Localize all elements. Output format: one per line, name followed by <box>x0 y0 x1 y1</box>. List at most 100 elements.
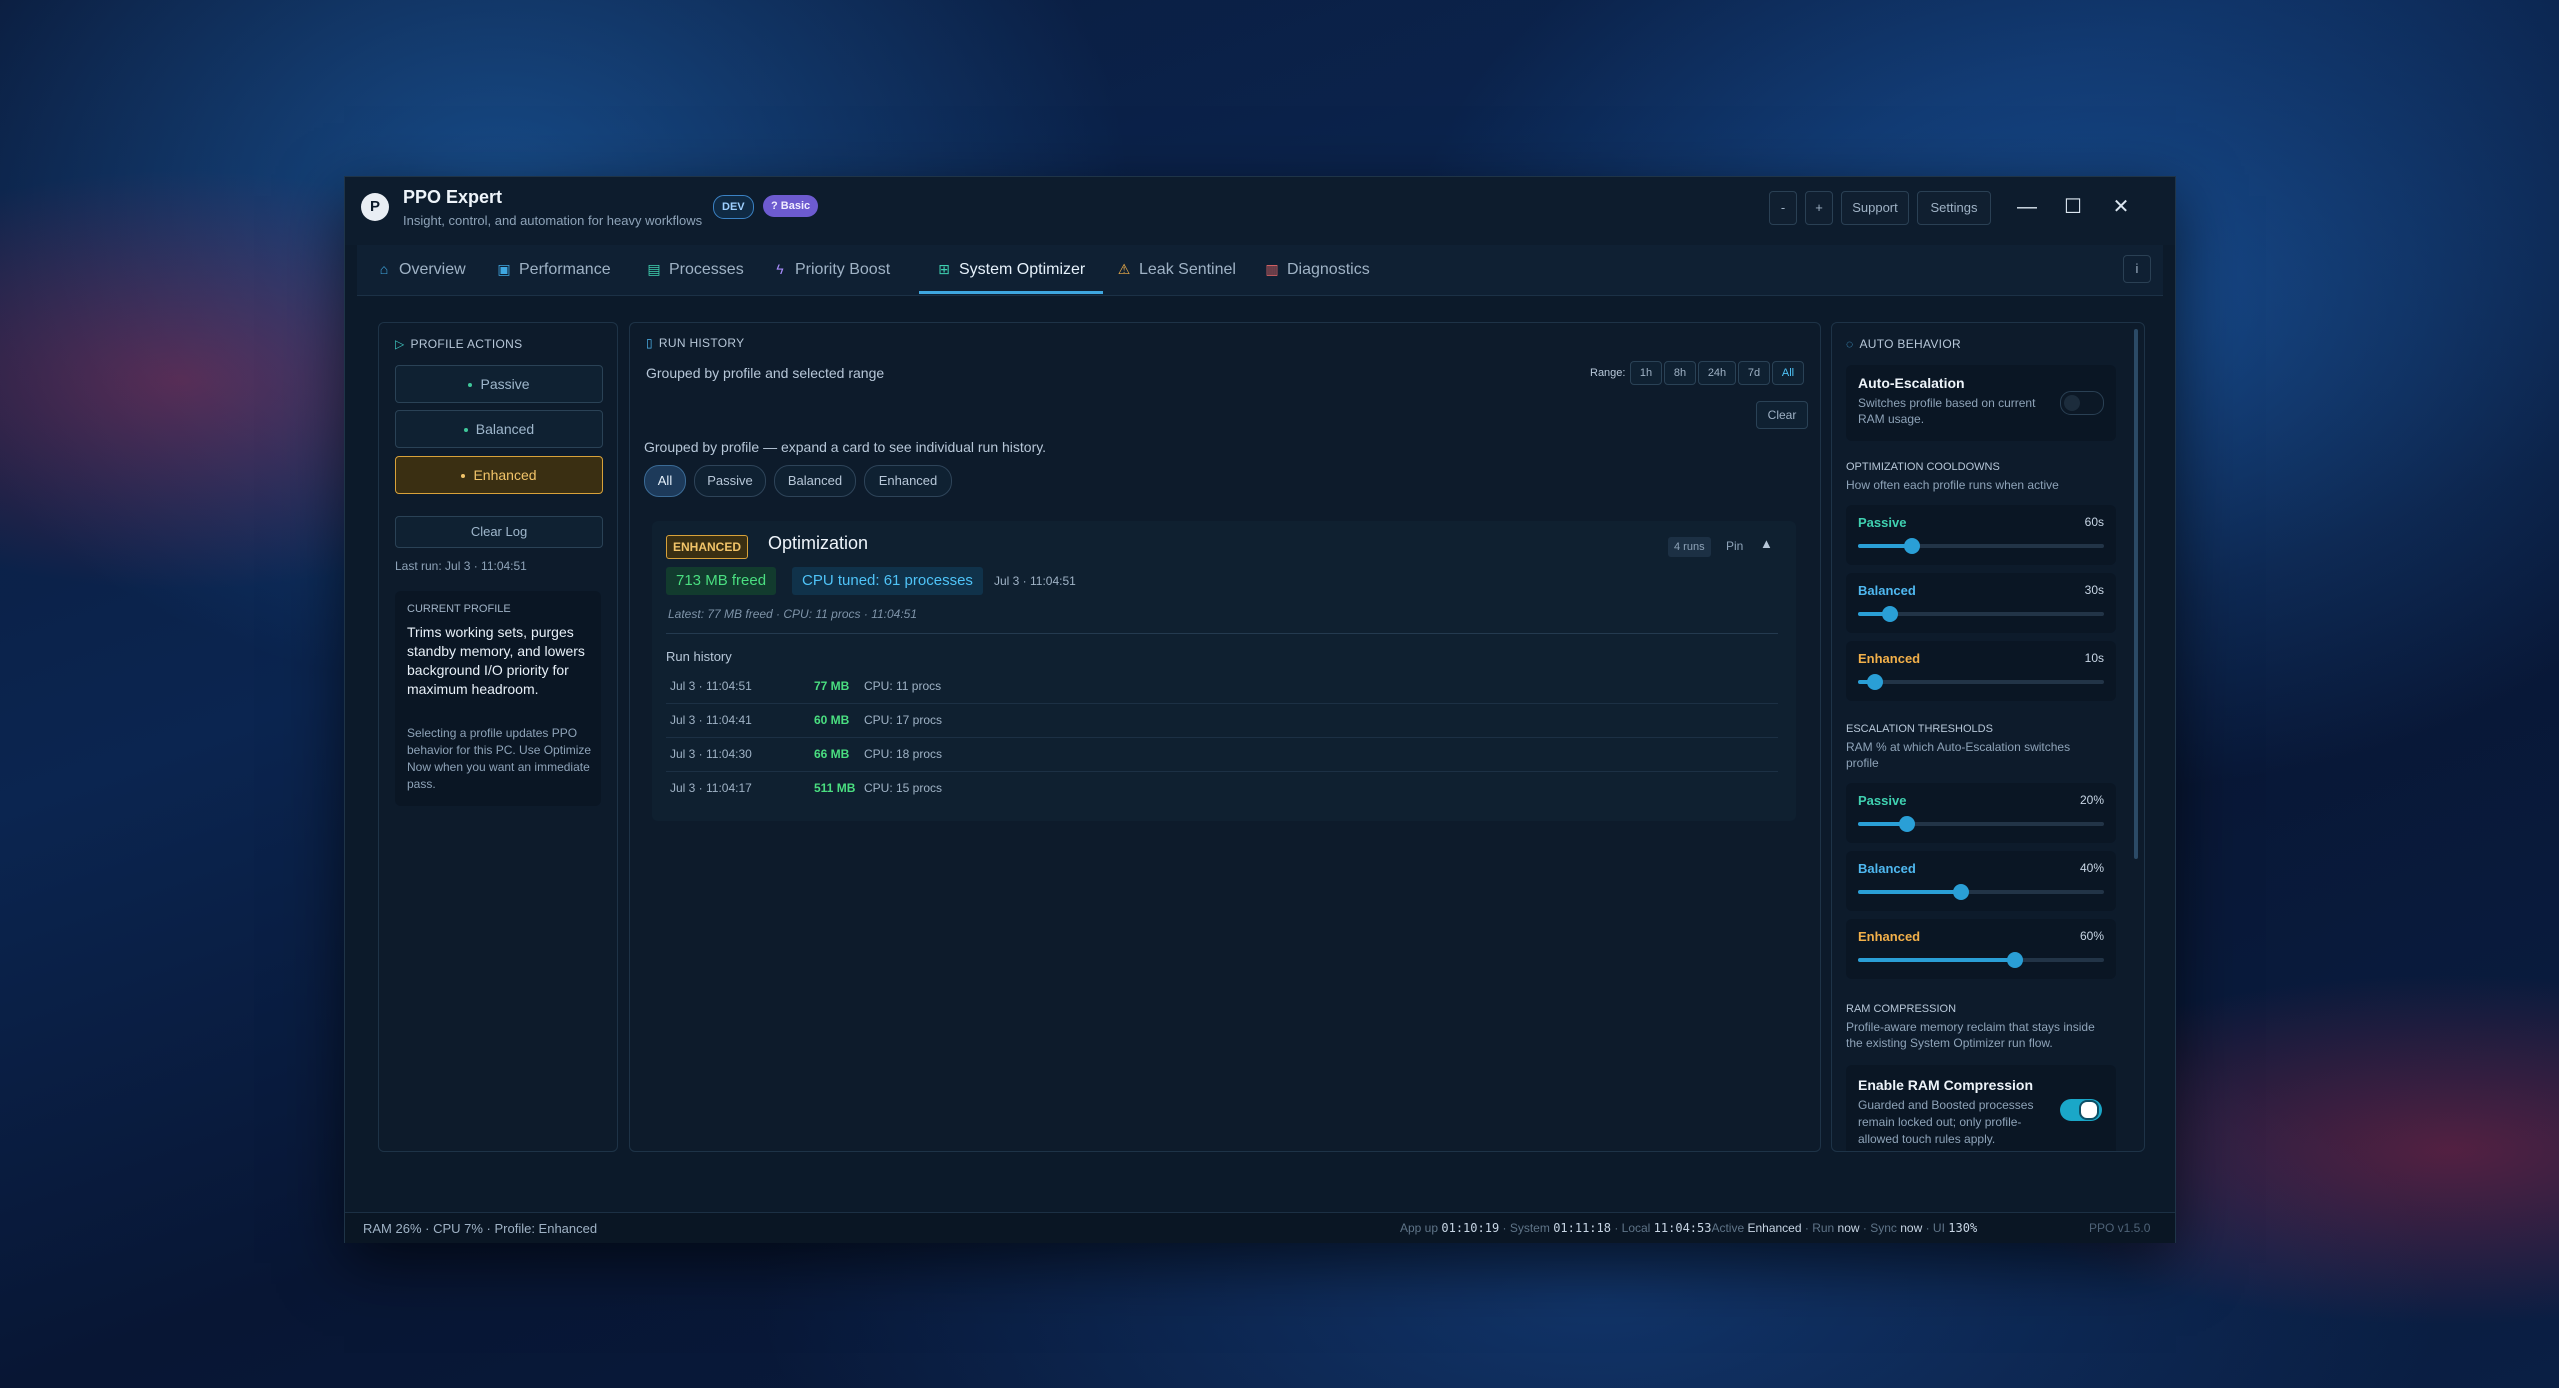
slider-thumb[interactable] <box>2007 952 2024 968</box>
system-label: · System <box>1499 1221 1554 1235</box>
tab-label: Leak Sentinel <box>1139 261 1236 278</box>
auto-escalation-toggle[interactable] <box>2060 391 2104 415</box>
slider-value: 10s <box>2084 651 2104 665</box>
slider-track[interactable] <box>1858 674 2104 690</box>
slider-track[interactable] <box>1858 816 2104 832</box>
document-icon: ▤ <box>647 261 661 277</box>
lightning-icon: ϟ <box>776 261 784 277</box>
table-row: Jul 3 · 11:04:51 77 MB CPU: 11 procs <box>666 669 1778 704</box>
local-value: 11:04:53 <box>1653 1221 1712 1235</box>
status-dot-icon <box>468 383 473 388</box>
run-value: now <box>1837 1221 1860 1235</box>
zoom-in-button[interactable]: + <box>1805 191 1833 225</box>
slider-track[interactable] <box>1858 884 2104 900</box>
status-dot-icon <box>461 474 466 479</box>
tab-label: Priority Boost <box>795 261 891 278</box>
row-cpu: CPU: 17 procs <box>864 713 943 727</box>
filter-enhanced-chip[interactable]: Enhanced <box>864 465 952 497</box>
ui-label: · UI <box>1922 1221 1949 1235</box>
tab-system-optimizer[interactable]: ⊞ System Optimizer <box>919 245 1104 294</box>
slider-thumb[interactable] <box>1867 674 1884 690</box>
slider-value: 60s <box>2084 515 2104 529</box>
app-up-label: App up <box>1400 1221 1442 1235</box>
refresh-icon: ◌ <box>1846 337 1854 351</box>
range-7d-chip[interactable]: 7d <box>1738 361 1770 385</box>
tab-label: Performance <box>519 261 611 278</box>
tab-leak-sentinel[interactable]: ⚠ Leak Sentinel <box>1115 245 1236 293</box>
sync-value: now <box>1900 1221 1923 1235</box>
tab-performance[interactable]: ▣ Performance <box>495 245 611 293</box>
slider-track[interactable] <box>1858 952 2104 968</box>
settings-button[interactable]: Settings <box>1917 191 1991 225</box>
grouped-note: Grouped by profile — expand a card to se… <box>644 439 1047 455</box>
range-8h-chip[interactable]: 8h <box>1664 361 1696 385</box>
app-up-value: 01:10:19 <box>1441 1221 1500 1235</box>
latest-summary: Latest: 77 MB freed · CPU: 11 procs · 11… <box>668 607 918 621</box>
zoom-out-button[interactable]: - <box>1769 191 1797 225</box>
range-all-chip[interactable]: All <box>1772 361 1804 385</box>
toggle-knob <box>2079 1100 2099 1120</box>
range-1h-chip[interactable]: 1h <box>1630 361 1662 385</box>
slider-value: 40% <box>2079 861 2104 875</box>
slider-thumb[interactable] <box>1881 606 1898 622</box>
auto-behavior-heading: ◌ AUTO BEHAVIOR <box>1846 337 1961 351</box>
tab-overview[interactable]: ⌂ Overview <box>375 245 466 293</box>
profile-enhanced-button[interactable]: Enhanced <box>395 456 603 494</box>
slider-thumb[interactable] <box>1904 538 1921 554</box>
current-profile-heading: CURRENT PROFILE <box>407 603 511 615</box>
status-summary: RAM 26% · CPU 7% · Profile: Enhanced <box>363 1221 598 1236</box>
close-button[interactable]: ✕ <box>2105 191 2137 223</box>
tab-processes[interactable]: ▤ Processes <box>645 245 743 293</box>
version-label: PPO v1.5.0 <box>2089 1221 2151 1235</box>
toggle-knob <box>2064 395 2080 411</box>
sync-label: · Sync <box>1859 1221 1901 1235</box>
run-history-title: RUN HISTORY <box>658 336 745 350</box>
auto-behavior-panel: ◌ AUTO BEHAVIOR Auto-Escalation Switches … <box>1831 322 2145 1152</box>
filter-all-chip[interactable]: All <box>644 465 686 497</box>
slider-fill <box>1858 890 1962 894</box>
tab-diagnostics[interactable]: ▥ Diagnostics <box>1263 245 1369 293</box>
freed-stat: 713 MB freed <box>666 567 777 595</box>
tab-bar: ⌂ Overview ▣ Performance ▤ Processes ϟ Prior… <box>357 245 2163 296</box>
slider-thumb[interactable] <box>1953 884 1970 900</box>
last-run-text: Last run: Jul 3 · 11:04:51 <box>395 559 527 573</box>
app-subtitle: Insight, control, and automation for hea… <box>403 213 703 228</box>
maximize-button[interactable]: ☐ <box>2057 191 2089 223</box>
profile-balanced-button[interactable]: Balanced <box>395 410 603 448</box>
row-mem: 66 MB <box>814 747 850 761</box>
chart-icon: ▣ <box>497 261 511 277</box>
filter-passive-chip[interactable]: Passive <box>694 465 766 497</box>
clear-log-button[interactable]: Clear Log <box>395 516 603 548</box>
table-row: Jul 3 · 11:04:17 511 MB CPU: 15 procs <box>666 771 1778 805</box>
cooldowns-description: How often each profile runs when active <box>1846 478 2059 492</box>
list-icon: ▯ <box>646 336 653 350</box>
profile-actions-heading: ▷ PROFILE ACTIONS <box>395 337 522 351</box>
status-timers: App up 01:10:19 · System 01:11:18 · Loca… <box>1400 1221 1977 1235</box>
cpu-tuned-stat: CPU tuned: 61 processes <box>792 567 983 595</box>
slider-name: Passive <box>1858 515 1907 530</box>
info-button[interactable]: i <box>2123 255 2151 283</box>
slider-track[interactable] <box>1858 538 2104 554</box>
ram-compression-toggle[interactable] <box>2060 1099 2102 1121</box>
cooldowns-heading: OPTIMIZATION COOLDOWNS <box>1846 461 2000 473</box>
enhanced-tag: ENHANCED <box>666 535 749 559</box>
optimization-group-card[interactable]: ENHANCED Optimization 4 runs Pin ▲ 713 M… <box>652 521 1796 821</box>
panel-scrollbar[interactable] <box>2134 329 2138 859</box>
row-time: Jul 3 · 11:04:51 <box>670 679 752 693</box>
minimize-button[interactable]: — <box>2011 191 2043 223</box>
row-cpu: CPU: 11 procs <box>864 679 942 693</box>
slider-thumb[interactable] <box>1899 816 1916 832</box>
collapse-caret-icon[interactable]: ▲ <box>1760 536 1773 551</box>
clear-history-button[interactable]: Clear <box>1756 401 1808 429</box>
range-24h-chip[interactable]: 24h <box>1698 361 1736 385</box>
auto-escalation-description: Switches profile based on current RAM us… <box>1858 396 2036 426</box>
pin-button[interactable]: Pin <box>1726 539 1743 553</box>
thresholds-heading: ESCALATION THRESHOLDS <box>1846 723 1993 735</box>
filter-balanced-chip[interactable]: Balanced <box>774 465 856 497</box>
tab-label: Overview <box>399 261 466 278</box>
support-button[interactable]: Support <box>1841 191 1909 225</box>
basic-badge[interactable]: ? Basic <box>763 195 819 217</box>
tab-priority-boost[interactable]: ϟ Priority Boost <box>771 245 890 293</box>
profile-passive-button[interactable]: Passive <box>395 365 603 403</box>
slider-track[interactable] <box>1858 606 2104 622</box>
